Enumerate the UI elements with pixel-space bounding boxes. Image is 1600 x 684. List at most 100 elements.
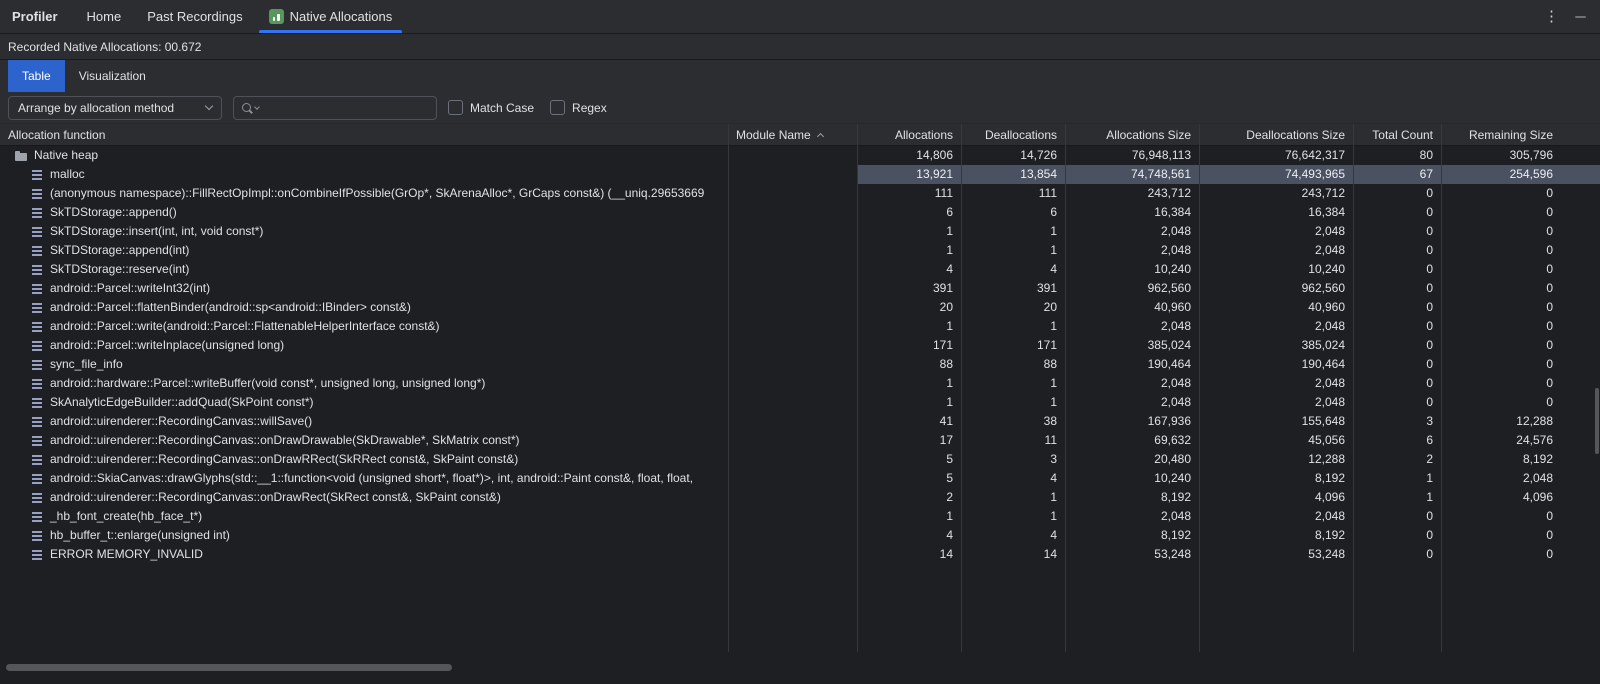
cell-allocation-function[interactable]: android::Parcel::write(android::Parcel::…	[0, 317, 728, 336]
allocation-function-label: hb_buffer_t::enlarge(unsigned int)	[50, 526, 230, 545]
cell-allocation-function[interactable]: SkTDStorage::reserve(int)	[0, 260, 728, 279]
cell-deallocations: 1	[961, 317, 1065, 336]
cell-module-name	[728, 222, 857, 241]
method-icon	[30, 282, 44, 295]
tab-past-recordings-label: Past Recordings	[147, 9, 242, 24]
cell-allocation-function[interactable]: android::uirenderer::RecordingCanvas::on…	[0, 450, 728, 469]
cell-allocation-function[interactable]: android::Parcel::writeInt32(int)	[0, 279, 728, 298]
cell-allocations-size: 190,464	[1065, 355, 1199, 374]
cell-allocations-size: 8,192	[1065, 488, 1199, 507]
table-row[interactable]: SkAnalyticEdgeBuilder::addQuad(SkPoint c…	[0, 393, 1600, 412]
cell-deallocations: 1	[961, 507, 1065, 526]
column-header-deallocations[interactable]: Deallocations	[961, 128, 1065, 142]
match-case-label: Match Case	[470, 101, 534, 115]
cell-allocation-function[interactable]: android::Parcel::writeInplace(unsigned l…	[0, 336, 728, 355]
column-header-allocation-function[interactable]: Allocation function	[0, 128, 728, 142]
cell-allocation-function[interactable]: hb_buffer_t::enlarge(unsigned int)	[0, 526, 728, 545]
table-row[interactable]: sync_file_info 88 88 190,464 190,464 0 0	[0, 355, 1600, 374]
cell-deallocations-size: 45,056	[1199, 431, 1353, 450]
cell-allocation-function[interactable]: ERROR MEMORY_INVALID	[0, 545, 728, 564]
table-row[interactable]: android::hardware::Parcel::writeBuffer(v…	[0, 374, 1600, 393]
tab-visualization[interactable]: Visualization	[65, 60, 160, 92]
vertical-scrollbar[interactable]	[1595, 388, 1599, 454]
allocation-function-label: SkTDStorage::append(int)	[50, 241, 189, 260]
tab-native-allocations[interactable]: Native Allocations	[256, 0, 406, 33]
cell-total-count: 0	[1353, 374, 1441, 393]
allocation-function-label: sync_file_info	[50, 355, 123, 374]
kebab-menu-icon[interactable]: ⋮	[1544, 9, 1559, 24]
allocation-function-label: android::Parcel::writeInt32(int)	[50, 279, 210, 298]
column-header-allocations[interactable]: Allocations	[857, 128, 961, 142]
cell-deallocations: 1	[961, 222, 1065, 241]
cell-allocation-function[interactable]: SkTDStorage::insert(int, int, void const…	[0, 222, 728, 241]
checkbox-icon[interactable]	[550, 100, 565, 115]
search-input[interactable]	[263, 101, 428, 115]
cell-allocation-function[interactable]: SkTDStorage::append(int)	[0, 241, 728, 260]
tab-home[interactable]: Home	[74, 0, 135, 33]
search-field[interactable]	[233, 96, 437, 120]
horizontal-scrollbar[interactable]	[6, 664, 452, 671]
column-header-deallocations-size[interactable]: Deallocations Size	[1199, 128, 1353, 142]
table-row[interactable]: SkTDStorage::reserve(int) 4 4 10,240 10,…	[0, 260, 1600, 279]
table-row[interactable]: hb_buffer_t::enlarge(unsigned int) 4 4 8…	[0, 526, 1600, 545]
cell-allocation-function[interactable]: android::Parcel::flattenBinder(android::…	[0, 298, 728, 317]
profiler-window: Profiler Home Past Recordings Native All…	[0, 0, 1600, 684]
table-row[interactable]: SkTDStorage::append(int) 1 1 2,048 2,048…	[0, 241, 1600, 260]
search-icon	[242, 103, 251, 112]
cell-allocation-function[interactable]: (anonymous namespace)::FillRectOpImpl::o…	[0, 184, 728, 203]
cell-allocation-function[interactable]: android::hardware::Parcel::writeBuffer(v…	[0, 374, 728, 393]
table-row[interactable]: SkTDStorage::append() 6 6 16,384 16,384 …	[0, 203, 1600, 222]
table-row[interactable]: android::uirenderer::RecordingCanvas::on…	[0, 431, 1600, 450]
cell-allocation-function[interactable]: malloc	[0, 165, 728, 184]
cell-remaining-size: 0	[1441, 355, 1600, 374]
cell-allocations: 20	[857, 298, 961, 317]
view-tabs: Table Visualization	[0, 60, 1600, 92]
cell-allocation-function[interactable]: _hb_font_create(hb_face_t*)	[0, 507, 728, 526]
column-header-remaining-size[interactable]: Remaining Size	[1441, 128, 1600, 142]
cell-total-count: 0	[1353, 336, 1441, 355]
cell-allocation-function[interactable]: SkAnalyticEdgeBuilder::addQuad(SkPoint c…	[0, 393, 728, 412]
table-row[interactable]: Native heap 14,806 14,726 76,948,113 76,…	[0, 146, 1600, 165]
cell-deallocations: 11	[961, 431, 1065, 450]
column-header-module-name[interactable]: Module Name	[728, 128, 857, 142]
table-row[interactable]: malloc 13,921 13,854 74,748,561 74,493,9…	[0, 165, 1600, 184]
tab-table[interactable]: Table	[8, 60, 65, 92]
table-row[interactable]: android::uirenderer::RecordingCanvas::on…	[0, 450, 1600, 469]
cell-allocation-function[interactable]: SkTDStorage::append()	[0, 203, 728, 222]
table-row[interactable]: android::uirenderer::RecordingCanvas::wi…	[0, 412, 1600, 431]
table-row[interactable]: SkTDStorage::insert(int, int, void const…	[0, 222, 1600, 241]
column-header-allocations-size[interactable]: Allocations Size	[1065, 128, 1199, 142]
arrange-by-dropdown[interactable]: Arrange by allocation method	[8, 96, 222, 120]
cell-remaining-size: 0	[1441, 545, 1600, 564]
cell-deallocations-size: 8,192	[1199, 469, 1353, 488]
cell-remaining-size: 254,596	[1441, 165, 1600, 184]
cell-deallocations-size: 4,096	[1199, 488, 1353, 507]
table-row[interactable]: android::Parcel::writeInplace(unsigned l…	[0, 336, 1600, 355]
tab-past-recordings[interactable]: Past Recordings	[134, 0, 255, 33]
table-row[interactable]: android::Parcel::write(android::Parcel::…	[0, 317, 1600, 336]
search-history-chevron-icon[interactable]	[254, 104, 260, 110]
cell-allocation-function[interactable]: Native heap	[0, 146, 728, 165]
cell-allocation-function[interactable]: android::uirenderer::RecordingCanvas::on…	[0, 431, 728, 450]
cell-allocation-function[interactable]: android::uirenderer::RecordingCanvas::wi…	[0, 412, 728, 431]
table-row[interactable]: _hb_font_create(hb_face_t*) 1 1 2,048 2,…	[0, 507, 1600, 526]
cell-allocations: 4	[857, 260, 961, 279]
table-row[interactable]: android::Parcel::flattenBinder(android::…	[0, 298, 1600, 317]
match-case-checkbox[interactable]: Match Case	[448, 100, 534, 115]
cell-allocation-function[interactable]: android::uirenderer::RecordingCanvas::on…	[0, 488, 728, 507]
table-row[interactable]: android::SkiaCanvas::drawGlyphs(std::__1…	[0, 469, 1600, 488]
regex-checkbox[interactable]: Regex	[550, 100, 607, 115]
cell-deallocations: 1	[961, 488, 1065, 507]
cell-allocation-function[interactable]: sync_file_info	[0, 355, 728, 374]
column-header-total-count[interactable]: Total Count	[1353, 128, 1441, 142]
recording-badge-icon	[269, 9, 284, 24]
table-row[interactable]: android::Parcel::writeInt32(int) 391 391…	[0, 279, 1600, 298]
cell-allocations: 111	[857, 184, 961, 203]
table-row[interactable]: (anonymous namespace)::FillRectOpImpl::o…	[0, 184, 1600, 203]
hide-panel-icon[interactable]	[1575, 16, 1586, 18]
table-row[interactable]: android::uirenderer::RecordingCanvas::on…	[0, 488, 1600, 507]
table-row[interactable]: ERROR MEMORY_INVALID 14 14 53,248 53,248…	[0, 545, 1600, 564]
cell-allocation-function[interactable]: android::SkiaCanvas::drawGlyphs(std::__1…	[0, 469, 728, 488]
cell-deallocations-size: 2,048	[1199, 241, 1353, 260]
checkbox-icon[interactable]	[448, 100, 463, 115]
